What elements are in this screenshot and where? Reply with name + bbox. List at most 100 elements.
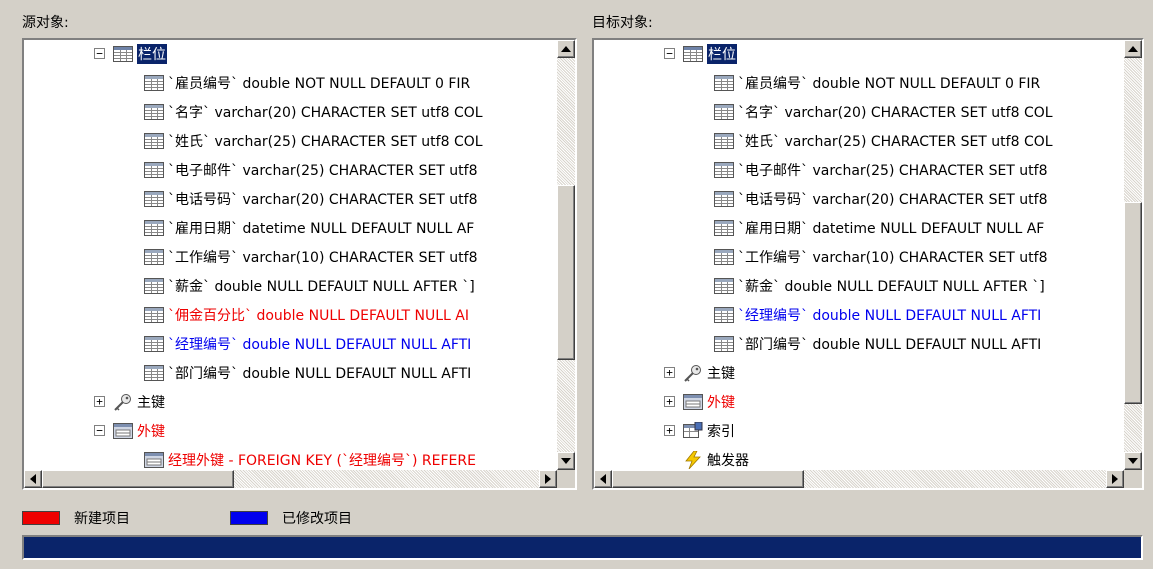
tree-item-label: 外键 — [137, 423, 165, 440]
source-tree[interactable]: − 栏位 `雇员编号` double NOT NULL DEFAULT 0 FIR `… — [22, 38, 577, 490]
field-icon — [714, 248, 734, 266]
tree-item-label: 主键 — [137, 394, 165, 411]
field-icon — [144, 248, 164, 266]
table-columns-icon — [113, 45, 133, 63]
scroll-left-button[interactable] — [594, 470, 612, 488]
arrow-right-icon — [545, 474, 551, 484]
tree-item[interactable]: `名字` varchar(20) CHARACTER SET utf8 COL — [594, 97, 1122, 126]
scroll-thumb[interactable] — [557, 185, 575, 360]
tree-item-label: `经理编号` double NULL DEFAULT NULL AFTI — [168, 336, 472, 353]
collapse-icon[interactable]: − — [94, 48, 105, 59]
field-icon — [144, 364, 164, 382]
tree-item-label: 栏位 — [707, 43, 737, 64]
tree-item[interactable]: `电子邮件` varchar(25) CHARACTER SET utf8 — [594, 155, 1122, 184]
tree-item[interactable]: `电话号码` varchar(20) CHARACTER SET utf8 — [24, 184, 555, 213]
tree-group-node[interactable]: + 主键 — [594, 358, 1122, 387]
tree-group-node[interactable]: + 索引 — [594, 416, 1122, 445]
tree-item-label: `电话号码` varchar(20) CHARACTER SET utf8 — [168, 191, 478, 208]
tree-item[interactable]: `雇用日期` datetime NULL DEFAULT NULL AF — [24, 213, 555, 242]
tree-item-label: `部门编号` double NULL DEFAULT NULL AFTI — [738, 336, 1042, 353]
scroll-right-button[interactable] — [539, 470, 557, 488]
scroll-up-button[interactable] — [1124, 40, 1142, 58]
scroll-down-button[interactable] — [1124, 452, 1142, 470]
index-icon — [683, 421, 703, 440]
field-icon — [714, 335, 734, 353]
expand-icon[interactable]: + — [94, 396, 105, 407]
legend-new-label: 新建项目 — [74, 511, 130, 527]
tree-item-label: `雇员编号` double NOT NULL DEFAULT 0 FIR — [738, 75, 1041, 92]
tree-item-label: 索引 — [707, 423, 735, 440]
collapse-icon[interactable]: − — [664, 48, 675, 59]
field-icon — [714, 306, 734, 324]
tree-item[interactable]: `部门编号` double NULL DEFAULT NULL AFTI — [24, 358, 555, 387]
scroll-down-button[interactable] — [557, 452, 575, 470]
tree-group-node[interactable]: + 外键 — [594, 387, 1122, 416]
source-horizontal-scrollbar[interactable] — [24, 470, 557, 488]
tree-item-label: 外键 — [707, 394, 735, 411]
tree-item[interactable]: `工作编号` varchar(10) CHARACTER SET utf8 — [24, 242, 555, 271]
expand-icon[interactable]: + — [664, 396, 675, 407]
tree-item[interactable]: 经理外键 - FOREIGN KEY (`经理编号`) REFERE — [24, 445, 555, 470]
tree-item-label: `薪金` double NULL DEFAULT NULL AFTER `] — [738, 278, 1045, 295]
tree-item[interactable]: `电话号码` varchar(20) CHARACTER SET utf8 — [594, 184, 1122, 213]
tree-item[interactable]: `部门编号` double NULL DEFAULT NULL AFTI — [594, 329, 1122, 358]
tree-item[interactable]: `雇用日期` datetime NULL DEFAULT NULL AF — [594, 213, 1122, 242]
field-icon — [144, 219, 164, 237]
scroll-thumb[interactable] — [1124, 202, 1142, 404]
tree-group-node[interactable]: 触发器 — [594, 445, 1122, 470]
foreign-key-icon — [683, 393, 703, 411]
tree-item[interactable]: `雇员编号` double NOT NULL DEFAULT 0 FIR — [24, 68, 555, 97]
tree-item[interactable]: `电子邮件` varchar(25) CHARACTER SET utf8 — [24, 155, 555, 184]
tree-group-node[interactable]: − 栏位 — [594, 40, 1122, 68]
tree-item[interactable]: `雇员编号` double NOT NULL DEFAULT 0 FIR — [594, 68, 1122, 97]
tree-item-label: `名字` varchar(20) CHARACTER SET utf8 COL — [168, 104, 483, 121]
tree-item-label: `薪金` double NULL DEFAULT NULL AFTER `] — [168, 278, 475, 295]
tree-item-label: 触发器 — [707, 452, 749, 469]
field-icon — [144, 132, 164, 150]
scroll-thumb[interactable] — [42, 470, 234, 488]
tree-group-node[interactable]: + 主键 — [24, 387, 555, 416]
source-vertical-scrollbar[interactable] — [557, 40, 575, 470]
tree-item-label: `雇员编号` double NOT NULL DEFAULT 0 FIR — [168, 75, 471, 92]
tree-item-label: 主键 — [707, 365, 735, 382]
scroll-right-button[interactable] — [1106, 470, 1124, 488]
expand-icon[interactable]: + — [664, 367, 675, 378]
arrow-up-icon — [1128, 46, 1138, 52]
target-tree[interactable]: − 栏位 `雇员编号` double NOT NULL DEFAULT 0 FIR `… — [592, 38, 1144, 490]
tree-item[interactable]: `工作编号` varchar(10) CHARACTER SET utf8 — [594, 242, 1122, 271]
tree-group-node[interactable]: − 外键 — [24, 416, 555, 445]
legend-modified: 已修改项目 — [230, 508, 352, 528]
target-tree-content: − 栏位 `雇员编号` double NOT NULL DEFAULT 0 FIR `… — [594, 40, 1122, 470]
scroll-thumb[interactable] — [612, 470, 804, 488]
tree-group-node[interactable]: − 栏位 — [24, 40, 555, 68]
foreign-key-item-icon — [144, 451, 164, 469]
target-panel-label: 目标对象: — [592, 15, 653, 31]
scroll-up-button[interactable] — [557, 40, 575, 58]
tree-item-label: `工作编号` varchar(10) CHARACTER SET utf8 — [168, 249, 478, 266]
source-tree-content: − 栏位 `雇员编号` double NOT NULL DEFAULT 0 FIR `… — [24, 40, 555, 470]
tree-item-label: `电话号码` varchar(20) CHARACTER SET utf8 — [738, 191, 1048, 208]
tree-item-label: `部门编号` double NULL DEFAULT NULL AFTI — [168, 365, 472, 382]
target-horizontal-scrollbar[interactable] — [594, 470, 1124, 488]
tree-item[interactable]: `姓氏` varchar(25) CHARACTER SET utf8 COL — [24, 126, 555, 155]
collapse-icon[interactable]: − — [94, 425, 105, 436]
expand-icon[interactable]: + — [664, 425, 675, 436]
trigger-icon — [683, 450, 703, 469]
target-vertical-scrollbar[interactable] — [1124, 40, 1142, 470]
field-icon — [144, 74, 164, 92]
field-icon — [144, 103, 164, 121]
tree-item[interactable]: `姓氏` varchar(25) CHARACTER SET utf8 COL — [594, 126, 1122, 155]
scroll-corner — [557, 470, 575, 488]
tree-item[interactable]: `经理编号` double NULL DEFAULT NULL AFTI — [24, 329, 555, 358]
tree-item[interactable]: `薪金` double NULL DEFAULT NULL AFTER `] — [24, 271, 555, 300]
new-item-swatch — [22, 511, 60, 525]
scroll-left-button[interactable] — [24, 470, 42, 488]
field-icon — [714, 277, 734, 295]
field-icon — [714, 190, 734, 208]
tree-item[interactable]: `经理编号` double NULL DEFAULT NULL AFTI — [594, 300, 1122, 329]
tree-item[interactable]: `薪金` double NULL DEFAULT NULL AFTER `] — [594, 271, 1122, 300]
tree-item[interactable]: `佣金百分比` double NULL DEFAULT NULL AI — [24, 300, 555, 329]
field-icon — [144, 277, 164, 295]
tree-item-label: `佣金百分比` double NULL DEFAULT NULL AI — [168, 307, 469, 324]
tree-item[interactable]: `名字` varchar(20) CHARACTER SET utf8 COL — [24, 97, 555, 126]
